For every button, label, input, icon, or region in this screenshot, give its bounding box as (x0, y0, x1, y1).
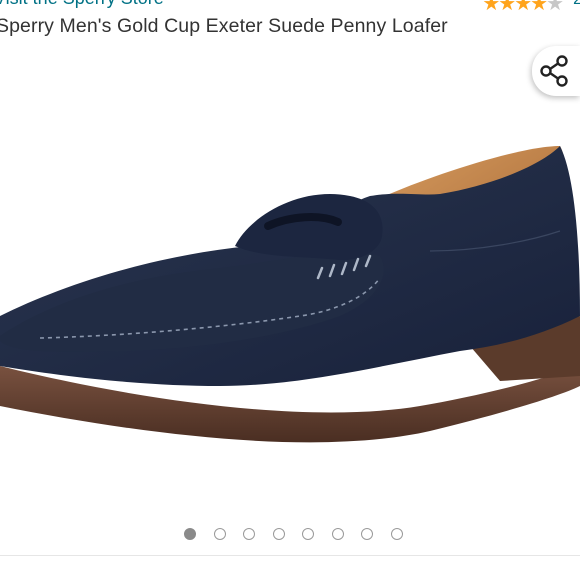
product-image (0, 146, 580, 443)
rating-count[interactable]: 2 (573, 0, 580, 9)
share-icon (540, 55, 568, 87)
gallery-dot[interactable] (214, 528, 226, 540)
product-title: Sperry Men's Gold Cup Exeter Suede Penny… (0, 15, 448, 37)
gallery-dot[interactable] (184, 528, 196, 540)
gallery-dot[interactable] (243, 528, 255, 540)
share-button[interactable] (532, 46, 580, 96)
star-icon: ★ (546, 0, 564, 14)
gallery-dot[interactable] (332, 528, 344, 540)
product-image-gallery[interactable] (0, 46, 580, 518)
star-icon: ★★★★ (482, 0, 548, 14)
top-bar: Visit the Sperry Store ★★★★★ 2 (0, 0, 580, 14)
gallery-dot[interactable] (361, 528, 373, 540)
store-link[interactable]: Visit the Sperry Store (0, 0, 164, 9)
gallery-pagination (0, 528, 580, 548)
gallery-dot[interactable] (391, 528, 403, 540)
gallery-dot[interactable] (273, 528, 285, 540)
gallery-dot[interactable] (302, 528, 314, 540)
rating-stars[interactable]: ★★★★★ (482, 0, 564, 14)
bottom-divider (0, 555, 580, 581)
